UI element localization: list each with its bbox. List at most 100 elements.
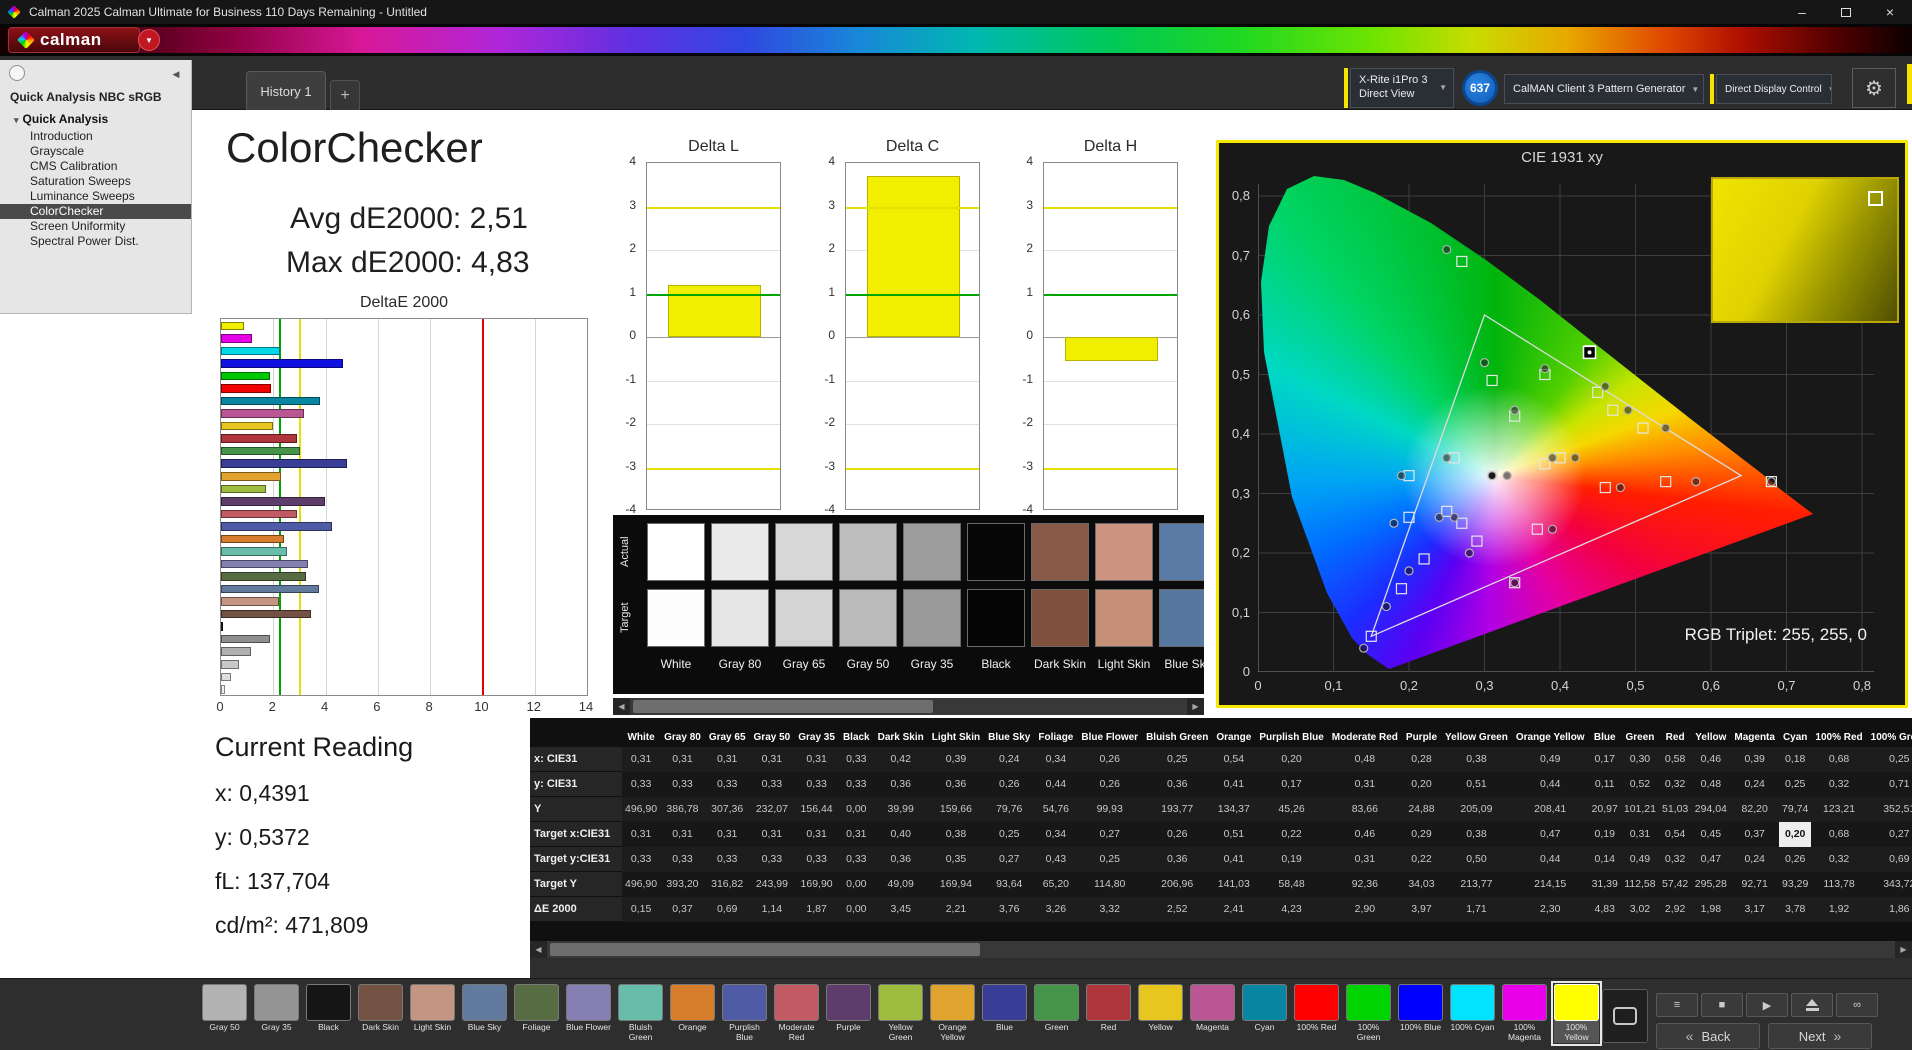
display-control-dropdown[interactable]: Direct Display Control ▼	[1716, 74, 1832, 104]
pattern-swatch-orange[interactable]: Orange	[670, 984, 715, 1043]
column-header-blue: Blue	[1589, 726, 1621, 747]
table-cell: 169,90	[794, 872, 839, 897]
gamut-triangle	[1371, 315, 1741, 636]
column-header-gray-65: Gray 65	[705, 726, 750, 747]
y-tick-label: -1	[824, 372, 835, 386]
minimize-button[interactable]: –	[1780, 0, 1824, 24]
swatch-color	[722, 984, 767, 1021]
swatch-label: Bluish Green	[618, 1023, 663, 1043]
table-cell: 0,47	[1512, 822, 1589, 847]
close-button[interactable]: ×	[1868, 0, 1912, 24]
sidebar-item-cms-calibration[interactable]: CMS Calibration	[0, 159, 191, 174]
continuous-measure-button[interactable]: ∞	[1836, 993, 1878, 1017]
measured-point	[1443, 246, 1451, 254]
y-tick-label: 2	[1026, 241, 1033, 255]
scroll-left-icon[interactable]: ◀	[613, 698, 630, 715]
swatch-label: Blue Sky	[1156, 657, 1204, 671]
calman-menu-button[interactable]: calman	[8, 27, 140, 53]
table-cell: 3,45	[874, 897, 928, 922]
swatch-label: 100% Blue	[1398, 1023, 1443, 1033]
table-cell: 169,94	[928, 872, 984, 897]
tab-history-1[interactable]: History 1	[246, 71, 326, 110]
table-cell: 1,87	[794, 897, 839, 922]
pattern-swatch-purplish-blue[interactable]: Purplish Blue	[722, 984, 767, 1043]
actual-swatch-gray-65	[775, 523, 833, 581]
pattern-swatch-green[interactable]: Green	[1034, 984, 1079, 1043]
pattern-swatch-orange-yellow[interactable]: Orange Yellow	[930, 984, 975, 1043]
pattern-swatch-blue[interactable]: Blue	[982, 984, 1027, 1043]
pattern-swatch-gray-50[interactable]: Gray 50	[202, 984, 247, 1043]
pattern-swatch-yellow-green[interactable]: Yellow Green	[878, 984, 923, 1043]
target-swatch-blue-sky	[1159, 589, 1204, 647]
pattern-swatch-dark-skin[interactable]: Dark Skin	[358, 984, 403, 1043]
pattern-swatch-100-blue[interactable]: 100% Blue	[1398, 984, 1443, 1043]
pattern-generator-dropdown[interactable]: CalMAN Client 3 Pattern Generator ▼	[1504, 74, 1704, 104]
pattern-swatch-100-green[interactable]: 100% Green	[1346, 984, 1391, 1043]
pattern-swatch-yellow[interactable]: Yellow	[1138, 984, 1183, 1043]
sidebar-item-spectral-power-dist[interactable]: Spectral Power Dist.	[0, 234, 191, 249]
stop-button[interactable]: ■	[1701, 993, 1743, 1017]
calman-menu-dropdown[interactable]: ▼	[138, 29, 160, 51]
pattern-swatch-moderate-red[interactable]: Moderate Red	[774, 984, 819, 1043]
table-scrollbar[interactable]: ◀ ▶	[530, 941, 1912, 958]
pattern-swatch-100-yellow[interactable]: 100% Yellow	[1554, 984, 1599, 1043]
pattern-swatch-100-magenta[interactable]: 100% Magenta	[1502, 984, 1547, 1043]
pattern-swatch-cyan[interactable]: Cyan	[1242, 984, 1287, 1043]
pattern-swatch-magenta[interactable]: Magenta	[1190, 984, 1235, 1043]
stop-icon: ■	[1719, 999, 1726, 1011]
pattern-swatch-blue-flower[interactable]: Blue Flower	[566, 984, 611, 1043]
right-panel-handle[interactable]	[1907, 64, 1912, 104]
scrollbar-thumb[interactable]	[633, 700, 933, 713]
swatch-label: Cyan	[1242, 1023, 1287, 1033]
sidebar-item-screen-uniformity[interactable]: Screen Uniformity	[0, 219, 191, 234]
scroll-right-icon[interactable]: ▶	[1187, 698, 1204, 715]
sidebar-item-colorchecker[interactable]: ColorChecker	[0, 204, 191, 219]
pattern-swatch-foliage[interactable]: Foliage	[514, 984, 559, 1043]
column-header-gray-35: Gray 35	[794, 726, 839, 747]
sidebar-item-quick-analysis[interactable]: ▾Quick Analysis	[0, 112, 192, 126]
table-cell: 0,38	[1441, 747, 1512, 772]
pattern-swatch-red[interactable]: Red	[1086, 984, 1131, 1043]
measured-point	[1624, 406, 1632, 414]
play-button[interactable]: ▶	[1746, 993, 1788, 1017]
table-cell: 0,68	[1811, 822, 1866, 847]
swatch-label: Dark Skin	[358, 1023, 403, 1033]
collapse-sidebar-button[interactable]: ◀	[167, 65, 185, 83]
pattern-swatch-bluish-green[interactable]: Bluish Green	[618, 984, 663, 1043]
pattern-source-button[interactable]: ≡	[1656, 993, 1698, 1017]
table-cell: 0,44	[1512, 847, 1589, 872]
pattern-swatch-black[interactable]: Black	[306, 984, 351, 1043]
y-tick-label: -3	[1022, 459, 1033, 473]
current-sample-dot	[1588, 350, 1592, 354]
settings-button[interactable]: ⚙	[1852, 68, 1896, 108]
next-button[interactable]: Next »	[1768, 1023, 1872, 1049]
pattern-swatch-100-red[interactable]: 100% Red	[1294, 984, 1339, 1043]
target-point	[1442, 506, 1452, 516]
scroll-left-icon[interactable]: ◀	[530, 941, 547, 958]
pattern-swatch-blue-sky[interactable]: Blue Sky	[462, 984, 507, 1043]
pattern-swatch-100-cyan[interactable]: 100% Cyan	[1450, 984, 1495, 1043]
pattern-swatch-light-skin[interactable]: Light Skin	[410, 984, 455, 1043]
add-tab-button[interactable]: +	[330, 80, 360, 110]
table-cell: 0,33	[839, 747, 874, 772]
pattern-swatch-purple[interactable]: Purple	[826, 984, 871, 1043]
maximize-button[interactable]	[1824, 0, 1868, 24]
sidebar-item-luminance-sweeps[interactable]: Luminance Sweeps	[0, 189, 191, 204]
sidebar-item-introduction[interactable]: Introduction	[0, 129, 191, 144]
scrollbar-thumb[interactable]	[550, 943, 980, 956]
pattern-swatch-gray-35[interactable]: Gray 35	[254, 984, 299, 1043]
sidebar-item-grayscale[interactable]: Grayscale	[0, 144, 191, 159]
scroll-right-icon[interactable]: ▶	[1895, 941, 1912, 958]
table-cell: 0,33	[660, 847, 705, 872]
meter-count-badge[interactable]: 637	[1462, 70, 1498, 106]
pattern-window-button[interactable]	[1602, 989, 1648, 1043]
swatch-scrollbar[interactable]: ◀ ▶	[613, 698, 1204, 715]
table-cell: 0,11	[1589, 772, 1621, 797]
meter-dropdown[interactable]: X-Rite i1Pro 3 Direct View ▼	[1350, 68, 1454, 108]
table-cell: 0,31	[660, 747, 705, 772]
workflow-menu-button[interactable]	[9, 65, 25, 81]
back-button[interactable]: « Back	[1656, 1023, 1760, 1049]
sidebar-item-saturation-sweeps[interactable]: Saturation Sweeps	[0, 174, 191, 189]
table-cell: 0,22	[1255, 822, 1327, 847]
eject-button[interactable]	[1791, 993, 1833, 1017]
